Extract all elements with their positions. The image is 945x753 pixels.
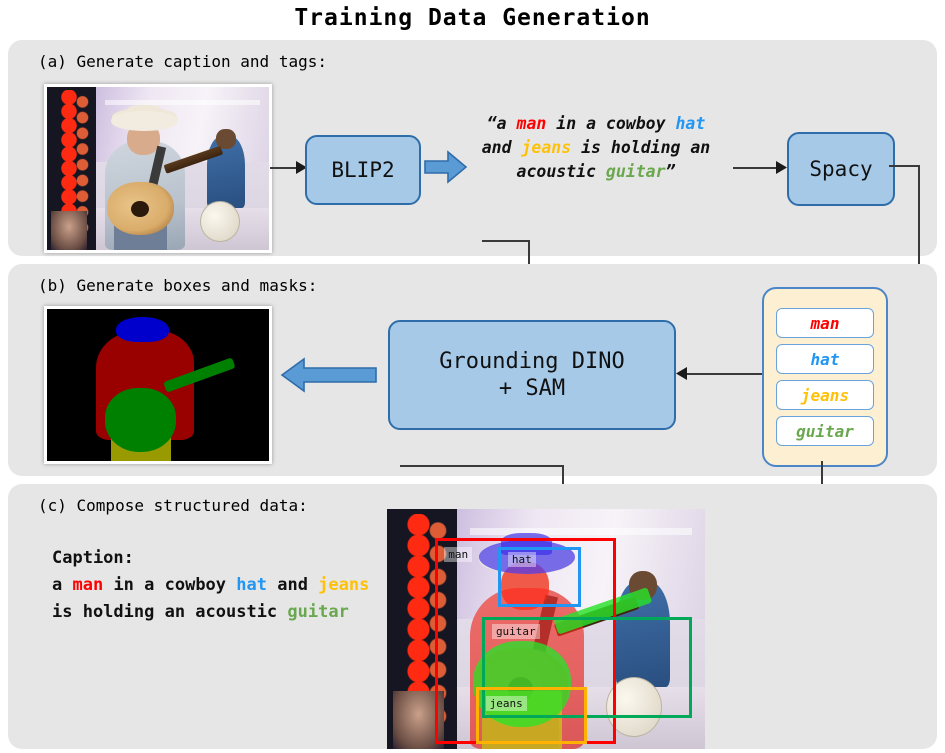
- generated-caption: “a man in a cowboy hat and jeans is hold…: [468, 112, 724, 184]
- grounding-dino-sam-box[interactable]: Grounding DINO + SAM: [388, 320, 676, 430]
- caption-c-token-1: man: [72, 575, 104, 595]
- page-title: Training Data Generation: [294, 5, 651, 31]
- bbox-label-man: man: [444, 547, 473, 563]
- caption-c-token-4: and: [266, 575, 319, 595]
- annotated-image-canvas: man hat guitar jeans: [387, 509, 705, 749]
- caption-c-token-0: a: [52, 575, 73, 595]
- tag-pill-man[interactable]: man: [776, 308, 874, 338]
- caption-a-token-1: man: [516, 114, 547, 133]
- segmentation-mask-canvas: [47, 309, 269, 461]
- tag-pill-guitar[interactable]: guitar: [776, 416, 874, 446]
- caption-c-token-2: in a cowboy: [103, 575, 237, 595]
- caption-a-token-3: hat: [675, 114, 706, 133]
- connector-tags-to-gdino: [684, 373, 762, 375]
- caption-a-token-4: and: [481, 137, 522, 157]
- bbox-label-jeans: jeans: [485, 696, 527, 712]
- connector-caption-to-spacy: [733, 167, 781, 169]
- spacy-box[interactable]: Spacy: [787, 132, 895, 206]
- tag-pill-hat[interactable]: hat: [776, 344, 874, 374]
- caption-a-token-7: guitar: [605, 161, 666, 181]
- caption-a-token-0: “a: [486, 114, 517, 133]
- source-photo-canvas: [47, 87, 269, 250]
- annotated-image: man hat guitar jeans: [387, 509, 705, 749]
- section-b-label: (b) Generate boxes and masks:: [38, 276, 318, 295]
- bbox-label-guitar: guitar: [491, 624, 540, 640]
- caption-c-token-6: is holding an acoustic: [52, 602, 288, 623]
- section-c-label: (c) Compose structured data:: [38, 496, 308, 515]
- block-arrow-left-masks: [280, 357, 377, 393]
- blip2-box[interactable]: BLIP2: [305, 135, 421, 205]
- gdino-line-2: + SAM: [498, 376, 566, 401]
- connector-captionbottom-h: [482, 240, 530, 242]
- source-photo: [44, 84, 272, 253]
- caption-c-token-5: jeans: [318, 575, 370, 595]
- caption-a-token-2: in a cowboy: [546, 114, 676, 133]
- bbox-label-hat: hat: [507, 552, 536, 568]
- block-arrow-right-caption: [424, 150, 468, 184]
- segmentation-mask-image: [44, 306, 272, 464]
- section-a-label: (a) Generate caption and tags:: [38, 52, 327, 71]
- connector-gdino-down-h: [400, 465, 564, 467]
- connector-spacy-right: [889, 165, 920, 167]
- caption-a-token-8: ”: [665, 161, 676, 181]
- caption-heading: Caption:: [52, 548, 134, 568]
- caption-c-token-7: guitar: [287, 602, 349, 623]
- caption-a-token-5: jeans: [521, 137, 572, 157]
- arrowhead-tags-to-gdino: [676, 367, 687, 380]
- structured-caption: a man in a cowboy hat and jeans is holdi…: [52, 572, 382, 626]
- caption-c-token-3: hat: [236, 575, 267, 595]
- tag-pill-jeans[interactable]: jeans: [776, 380, 874, 410]
- tags-panel: man hat jeans guitar: [762, 287, 888, 467]
- gdino-line-1: Grounding DINO: [439, 348, 625, 374]
